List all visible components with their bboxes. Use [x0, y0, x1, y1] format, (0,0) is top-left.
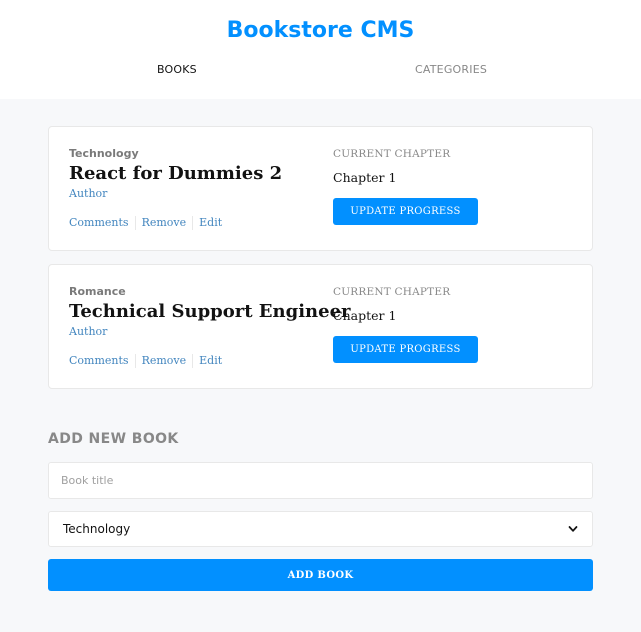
- category-select-value: Technology: [63, 522, 131, 536]
- book-author[interactable]: Author: [69, 325, 107, 338]
- remove-button[interactable]: Remove: [136, 354, 193, 368]
- header: Bookstore CMS BOOKS CATEGORIES: [0, 0, 641, 99]
- comments-button[interactable]: Comments: [69, 354, 135, 368]
- book-card: Romance Technical Support Engineer Autho…: [48, 264, 593, 389]
- current-chapter-label: CURRENT CHAPTER: [333, 148, 451, 160]
- remove-button[interactable]: Remove: [136, 216, 193, 230]
- nav-categories-link[interactable]: CATEGORIES: [415, 63, 487, 76]
- book-card: Technology React for Dummies 2 Author Co…: [48, 126, 593, 251]
- current-chapter-value: Chapter 1: [333, 170, 397, 185]
- current-chapter-label: CURRENT CHAPTER: [333, 286, 451, 298]
- book-title-input[interactable]: [48, 462, 593, 499]
- app-logo[interactable]: Bookstore CMS: [0, 18, 641, 43]
- edit-button[interactable]: Edit: [193, 216, 228, 230]
- category-select[interactable]: Technology: [48, 511, 593, 547]
- edit-button[interactable]: Edit: [193, 354, 228, 368]
- book-actions: Comments Remove Edit: [69, 354, 228, 368]
- add-book-heading: ADD NEW BOOK: [48, 431, 179, 447]
- book-title: React for Dummies 2: [69, 163, 283, 184]
- book-genre: Romance: [69, 285, 126, 298]
- update-progress-button[interactable]: UPDATE PROGRESS: [333, 336, 478, 363]
- book-title: Technical Support Engineer: [69, 301, 351, 322]
- current-chapter-value: Chapter 1: [333, 308, 397, 323]
- book-actions: Comments Remove Edit: [69, 216, 228, 230]
- chevron-down-icon: [568, 526, 578, 532]
- book-genre: Technology: [69, 147, 139, 160]
- add-book-button[interactable]: ADD BOOK: [48, 559, 593, 591]
- nav-books-link[interactable]: BOOKS: [157, 63, 197, 76]
- comments-button[interactable]: Comments: [69, 216, 135, 230]
- book-author[interactable]: Author: [69, 187, 107, 200]
- update-progress-button[interactable]: UPDATE PROGRESS: [333, 198, 478, 225]
